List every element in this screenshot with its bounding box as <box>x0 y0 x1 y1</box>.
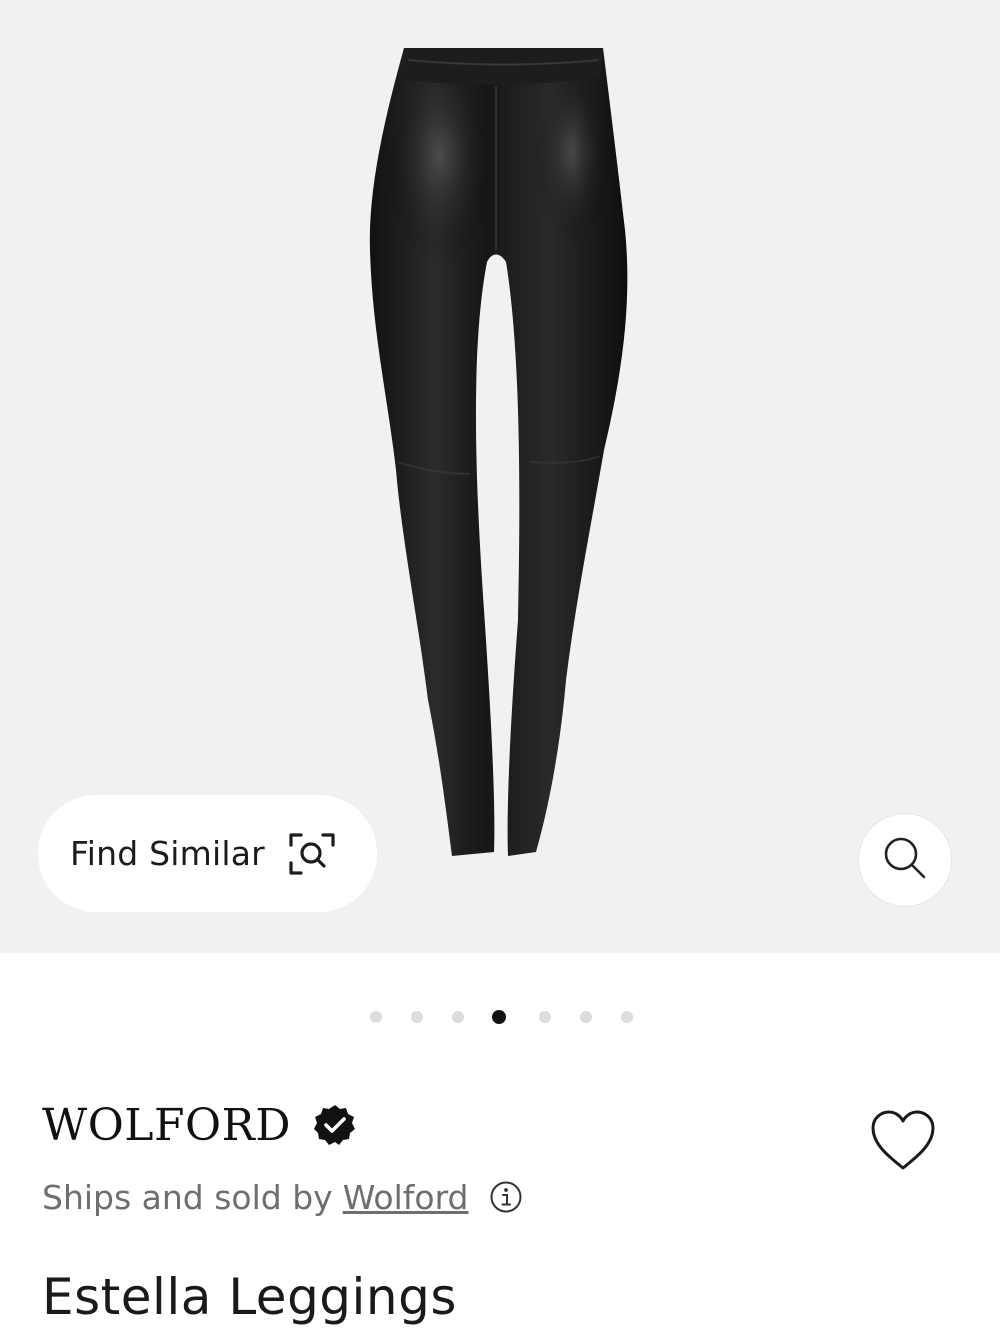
find-similar-button[interactable]: Find Similar <box>38 795 377 912</box>
product-image-gallery[interactable]: Find Similar <box>0 0 1000 953</box>
info-circle-icon[interactable] <box>489 1180 523 1214</box>
ships-and-sold-text: Ships and sold by <box>42 1177 333 1217</box>
zoom-image-button[interactable] <box>858 813 952 907</box>
verified-badge-icon <box>313 1103 357 1147</box>
gallery-dot-4-active[interactable] <box>492 1010 506 1024</box>
gallery-dot-2[interactable] <box>411 1011 423 1023</box>
visual-search-scan-icon <box>287 829 337 879</box>
gallery-dot-5[interactable] <box>539 1011 551 1023</box>
brand-name[interactable]: WOLFORD <box>42 1100 291 1151</box>
product-title: Estella Leggings <box>42 1268 457 1326</box>
gallery-dot-7[interactable] <box>621 1011 633 1023</box>
gallery-dot-1[interactable] <box>370 1011 382 1023</box>
find-similar-label: Find Similar <box>70 834 265 873</box>
gallery-pagination-dots <box>0 1008 1000 1026</box>
search-magnifier-icon <box>880 833 930 887</box>
heart-outline-icon <box>868 1110 938 1178</box>
wishlist-button[interactable] <box>868 1108 938 1174</box>
seller-info-row: Ships and sold by Wolford <box>42 1170 523 1224</box>
seller-link[interactable]: Wolford <box>343 1178 469 1217</box>
gallery-dot-3[interactable] <box>452 1011 464 1023</box>
brand-row: WOLFORD <box>42 1095 357 1155</box>
gallery-dot-6[interactable] <box>580 1011 592 1023</box>
